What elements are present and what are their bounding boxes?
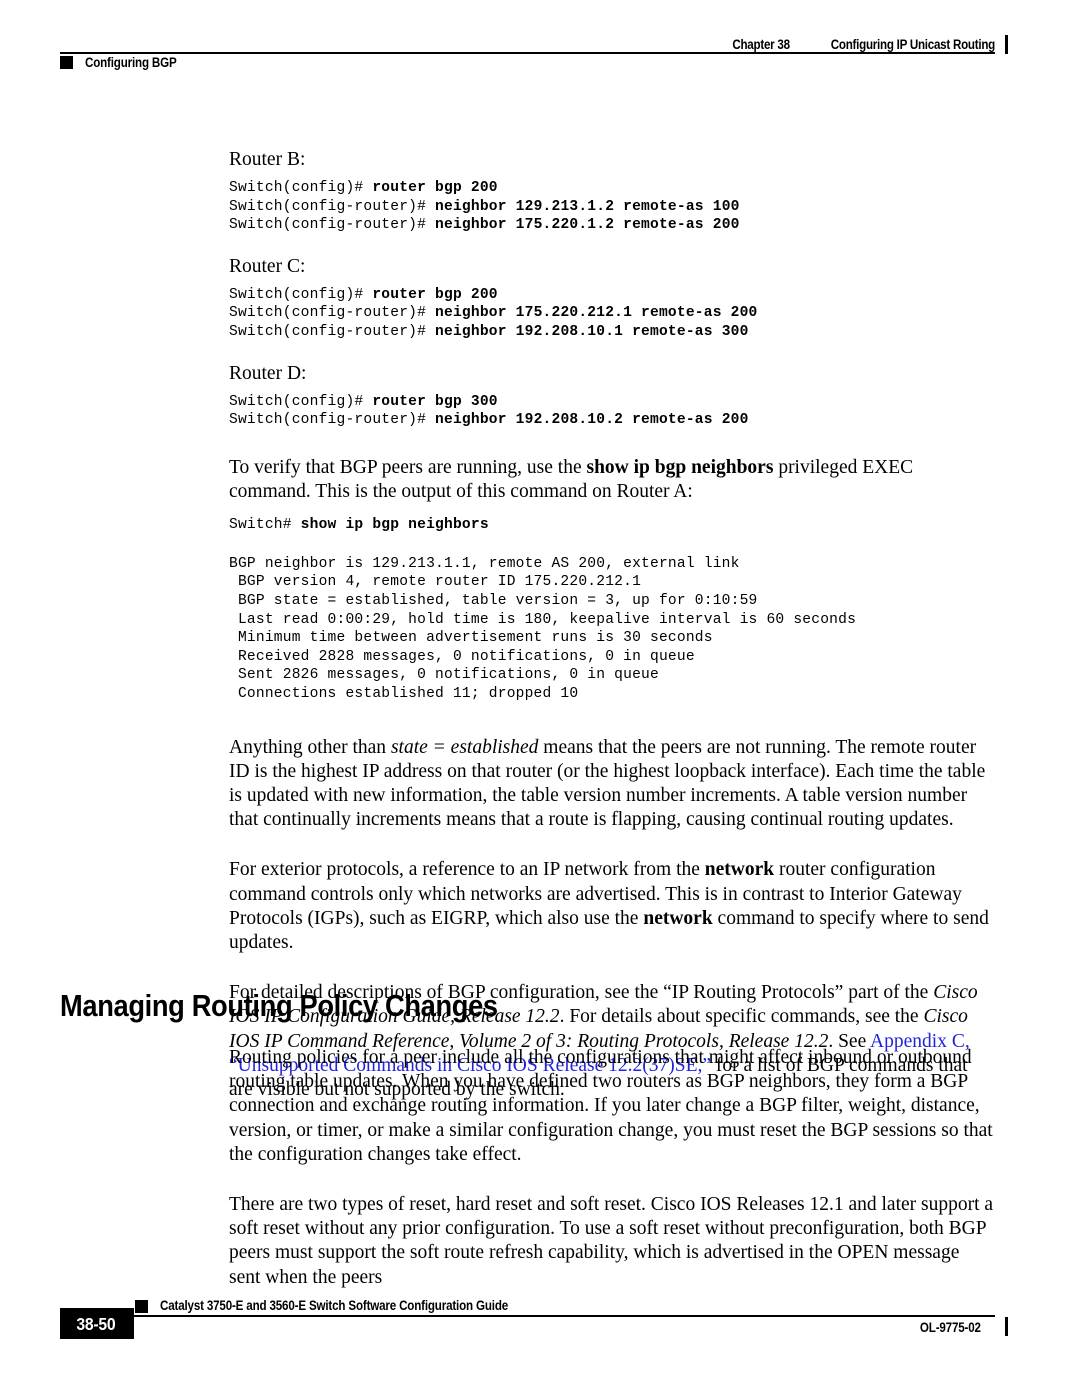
code-line: Connections established 11; dropped 10 [229, 685, 579, 702]
footer-page-number: 38-50 [76, 1314, 116, 1334]
code-line: Switch(config-router)# neighbor 192.208.… [229, 323, 749, 340]
text-run: There are two types of reset, hard reset… [229, 1194, 994, 1288]
code-line: BGP neighbor is 129.213.1.1, remote AS 2… [229, 555, 740, 572]
page-content: Router B: Switch(config)# router bgp 200… [229, 148, 995, 1102]
show-output-block: BGP neighbor is 129.213.1.1, remote AS 2… [229, 555, 995, 704]
code-line: Received 2828 messages, 0 notifications,… [229, 648, 695, 665]
code-line: Switch# show ip bgp neighbors [229, 517, 489, 534]
show-command-line: Switch# show ip bgp neighbors [229, 516, 995, 535]
document-page: Chapter 38 Configuring IP Unicast Routin… [0, 0, 1080, 1397]
header-chapter-row: Chapter 38 Configuring IP Unicast Routin… [60, 30, 996, 52]
header-edge-tick [1004, 35, 1008, 54]
page-content-lower: Routing policies for a peer include all … [229, 1046, 995, 1290]
code-line: BGP state = established, table version =… [229, 592, 758, 609]
page-section-heading: Managing Routing Policy Changes [60, 988, 498, 1023]
routing-policies-paragraph: Routing policies for a peer include all … [229, 1046, 995, 1167]
text-run: For exterior protocols, a reference to a… [229, 859, 705, 881]
footer-divider-rule [60, 1315, 995, 1317]
header-chapter-number: Chapter 38 [732, 37, 791, 52]
reset-types-paragraph: There are two types of reset, hard reset… [229, 1193, 995, 1290]
text-run: To verify that BGP peers are running, us… [229, 456, 587, 478]
code-line: Switch(config)# router bgp 200 [229, 180, 498, 196]
page-header: Chapter 38 Configuring IP Unicast Routin… [60, 30, 1008, 76]
bold-run: network [643, 907, 713, 929]
header-square-bullet-icon [60, 56, 73, 69]
footer-square-bullet-icon [135, 1300, 148, 1313]
code-line: Last read 0:00:29, hold time is 180, kee… [229, 611, 857, 628]
router-d-label: Router D: [229, 362, 307, 384]
header-chapter-title: Configuring IP Unicast Routing [830, 37, 996, 52]
router-c-code-block: Switch(config)# router bgp 200 Switch(co… [229, 286, 995, 342]
router-b-code-block: Switch(config)# router bgp 200 Switch(co… [229, 179, 995, 235]
code-line: Switch(config-router)# neighbor 175.220.… [229, 305, 758, 322]
footer-edge-tick [1004, 1317, 1008, 1336]
code-line: Switch(config)# router bgp 300 [229, 393, 498, 410]
page-footer: Catalyst 3750-E and 3560-E Switch Softwa… [60, 1298, 1008, 1360]
code-line: Sent 2826 messages, 0 notifications, 0 i… [229, 667, 659, 684]
code-line: BGP version 4, remote router ID 175.220.… [229, 574, 642, 591]
code-line: Switch(config-router)# neighbor 192.208.… [229, 412, 749, 429]
text-run: Routing policies for a peer include all … [229, 1047, 993, 1165]
italic-run: state = established [390, 736, 539, 758]
bold-run: show ip bgp neighbors [586, 456, 774, 478]
text-run: Anything other than [229, 736, 391, 758]
footer-document-id: OL-9775-02 [920, 1320, 981, 1335]
footer-guide-title: Catalyst 3750-E and 3560-E Switch Softwa… [160, 1298, 509, 1313]
code-line: Switch(config-router)# neighbor 175.220.… [229, 217, 740, 234]
header-divider-rule [60, 52, 995, 54]
router-b-label: Router B: [229, 149, 306, 170]
router-d-code-block: Switch(config)# router bgp 300 Switch(co… [229, 393, 995, 430]
code-line: Minimum time between advertisement runs … [229, 630, 713, 647]
code-line: Switch(config-router)# neighbor 129.213.… [229, 198, 740, 215]
bold-run: network [704, 859, 775, 881]
anything-other-than-paragraph: Anything other than state = established … [229, 736, 995, 833]
router-c-label: Router C: [229, 255, 306, 277]
code-line: Switch(config)# router bgp 200 [229, 286, 498, 303]
exterior-protocols-paragraph: For exterior protocols, a reference to a… [229, 858, 995, 955]
verify-paragraph: To verify that BGP peers are running, us… [229, 456, 995, 504]
header-section-title: Configuring BGP [85, 55, 177, 70]
text-run: . For details about specific commands, s… [559, 1006, 924, 1028]
